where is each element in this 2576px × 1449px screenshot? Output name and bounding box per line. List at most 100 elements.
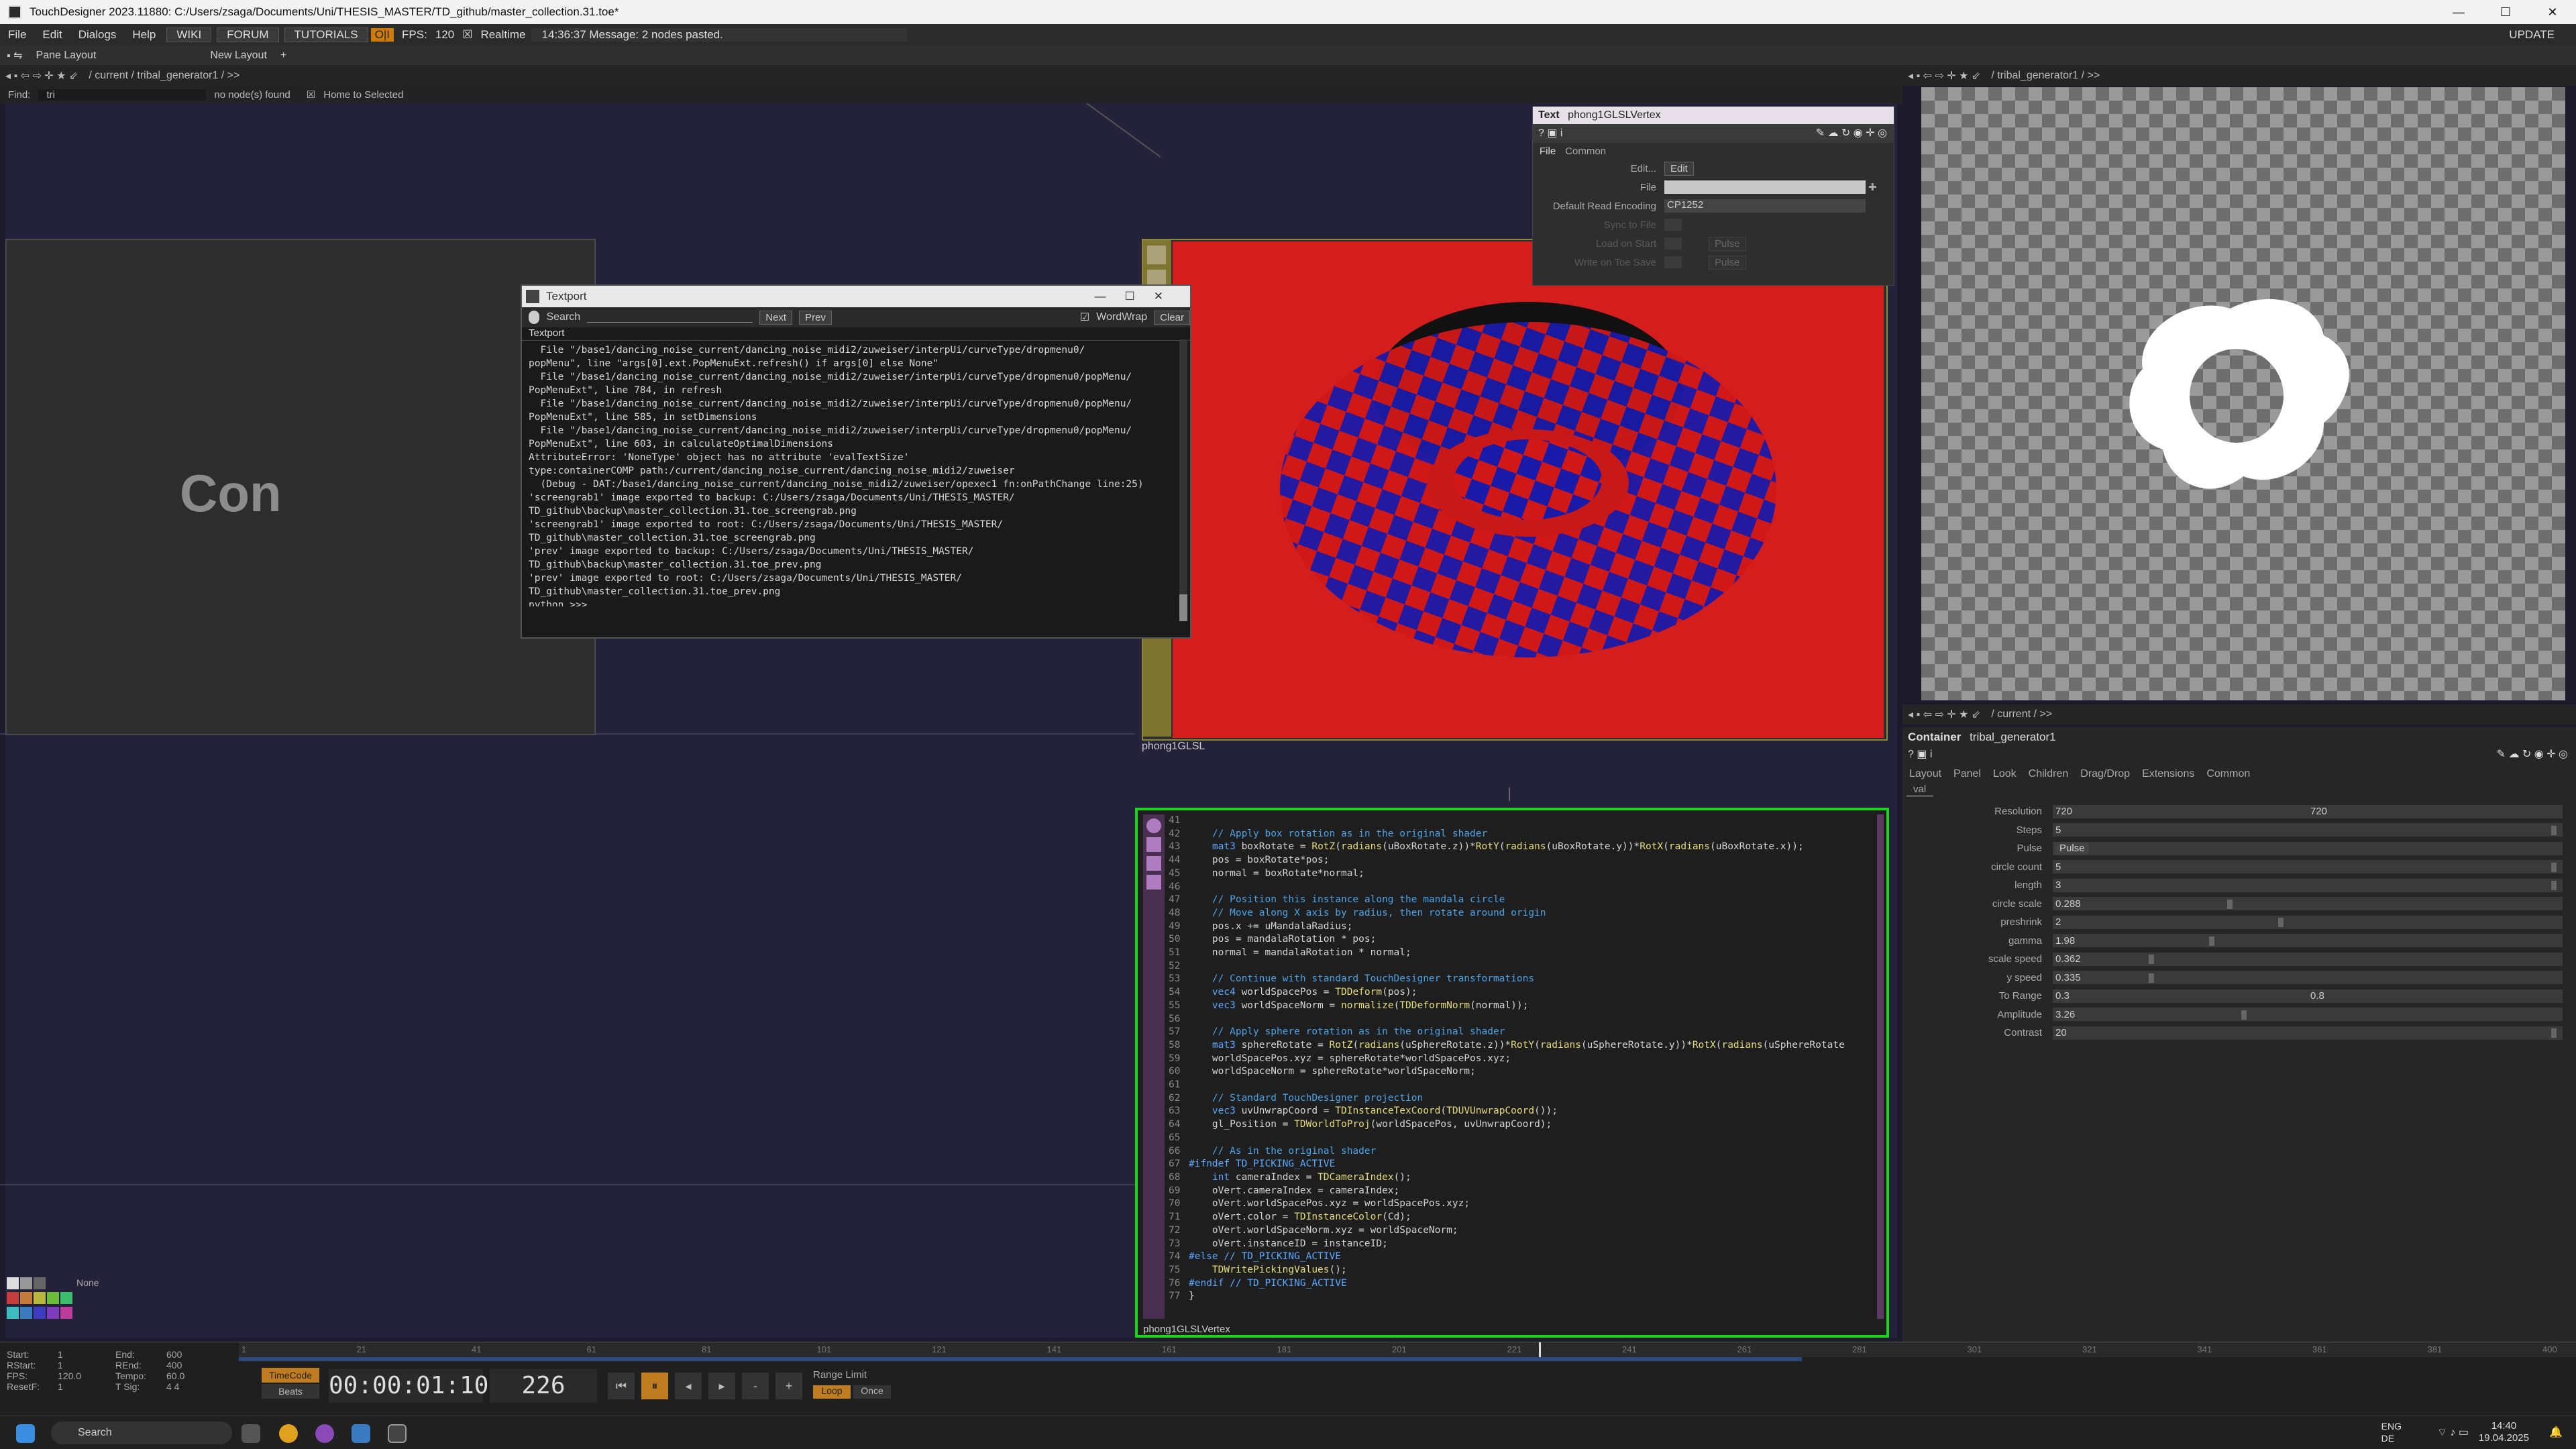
wordwrap-checkbox[interactable]: ☑ [1080, 311, 1089, 324]
tab-layout[interactable]: Layout [1909, 768, 1941, 780]
viewer-toggle-icon[interactable] [1146, 818, 1161, 833]
go-start-icon[interactable]: ⏮ [608, 1373, 635, 1399]
param-slider[interactable] [2053, 860, 2563, 874]
plus-icon[interactable]: + [775, 1373, 802, 1399]
text-node-name[interactable]: phong1GLSLVertex [1568, 109, 1660, 121]
tab-look[interactable]: Look [1993, 768, 2017, 780]
viewer-toggle-icon[interactable] [1147, 246, 1166, 264]
task-view-icon[interactable] [241, 1424, 260, 1443]
param-value[interactable]: 3.26 [2055, 1009, 2075, 1020]
help-info-icons[interactable]: ? ▣ i ✎ ☁ ↻ ◉ ✛ ◎ [1533, 124, 1894, 143]
sync-toggle[interactable] [1664, 219, 1682, 231]
load-toggle[interactable] [1664, 237, 1682, 250]
slider-knob[interactable] [2551, 1028, 2557, 1038]
load-pulse-button[interactable]: Pulse [1709, 236, 1746, 251]
step-forward-icon[interactable]: ▸ [708, 1373, 735, 1399]
param-slider[interactable] [2053, 897, 2563, 911]
start-value[interactable]: 1 [58, 1349, 115, 1360]
menu-file[interactable]: File [0, 28, 34, 42]
editor-scrollbar[interactable] [1877, 814, 1884, 1319]
param-value[interactable]: 1.98 [2055, 935, 2075, 947]
param-value-2[interactable]: 0.8 [2310, 990, 2324, 1002]
windows-start-icon[interactable] [16, 1424, 35, 1443]
explorer-icon[interactable] [352, 1424, 370, 1443]
color-palette[interactable]: None [7, 1277, 107, 1335]
fps-value-tl[interactable]: 120.0 [58, 1371, 115, 1381]
textport-log[interactable]: File "/base1/dancing_noise_current/danci… [522, 341, 1190, 606]
right-path-bottom[interactable]: / current / >> [1986, 708, 2057, 720]
search-input[interactable] [587, 312, 753, 323]
playhead[interactable] [1539, 1342, 1542, 1357]
param-slider[interactable] [2053, 823, 2563, 837]
add-file-icon[interactable]: ✚ [1868, 181, 1877, 193]
tab-val[interactable]: val [1907, 784, 1933, 797]
clear-button[interactable]: Clear [1154, 310, 1190, 325]
language-indicator[interactable]: ENG DE [2381, 1420, 2402, 1444]
find-input[interactable]: tri [38, 89, 207, 101]
param-value[interactable]: 2 [2055, 916, 2061, 928]
param-value[interactable]: 0.288 [2055, 898, 2081, 910]
param-slider[interactable] [2053, 952, 2563, 966]
perform-mode-icon[interactable]: O|I [370, 28, 394, 42]
container-node[interactable] [5, 239, 596, 735]
tab-common[interactable]: Common [1565, 146, 1606, 157]
param-value[interactable]: 5 [2055, 861, 2061, 873]
forum-button[interactable]: FORUM [217, 28, 279, 42]
taskbar-clock[interactable]: 14:40 19.04.2025 [2479, 1420, 2529, 1444]
param-slider[interactable] [2053, 1008, 2563, 1022]
param-slider[interactable] [2053, 878, 2563, 892]
tab-children[interactable]: Children [2029, 768, 2069, 780]
container-help-icons[interactable]: ? ▣ i ✎ ☁ ↻ ◉ ✛ ◎ [1902, 747, 2576, 765]
param-slider[interactable] [2053, 804, 2563, 818]
slider-knob[interactable] [2551, 862, 2557, 872]
touchdesigner-taskbar-icon[interactable] [388, 1424, 407, 1443]
param-value[interactable]: 3 [2055, 879, 2061, 891]
param-value-2[interactable]: 720 [2310, 806, 2327, 817]
new-layout-button[interactable]: New Layout [203, 50, 274, 62]
menu-edit[interactable]: Edit [34, 28, 70, 42]
beats-button[interactable]: Beats [262, 1384, 319, 1399]
pause-icon[interactable]: ⏸ [641, 1373, 668, 1399]
tsig-value[interactable]: 4 4 [166, 1381, 179, 1392]
wiki-button[interactable]: WIKI [166, 28, 212, 42]
rend-value[interactable]: 400 [166, 1360, 182, 1371]
timeline-range-bar[interactable] [239, 1357, 1802, 1361]
param-value[interactable]: 0.3 [2055, 990, 2070, 1002]
once-button[interactable]: Once [853, 1385, 891, 1399]
network-volume-icons[interactable]: ⌔ ♪ ▭ [2437, 1426, 2469, 1439]
param-slider[interactable] [2053, 915, 2563, 929]
slider-knob[interactable] [2551, 881, 2557, 890]
next-button[interactable]: Next [759, 310, 793, 325]
timeline-ruler[interactable]: 1 21 41 61 81 101 121 141 161 181 201 221 241 261 281 3… [239, 1342, 2576, 1357]
param-value[interactable]: Pulse [2055, 843, 2089, 855]
right-nav-icons[interactable]: ◂ ▪ ⇦ ⇨ ✛ ★ ⇙ [1902, 69, 1986, 83]
network-path[interactable]: / current / tribal_generator1 / >> [83, 70, 245, 82]
encoding-select[interactable]: CP1252 [1664, 199, 1866, 213]
textport-titlebar[interactable]: Textport —☐✕ [522, 286, 1190, 307]
tab-panel[interactable]: Panel [1953, 768, 1981, 780]
pane-layout-button[interactable]: Pane Layout [30, 50, 103, 62]
maximize-icon[interactable]: ☐ [2482, 0, 2529, 24]
param-value[interactable]: 0.335 [2055, 972, 2081, 983]
menu-dialogs[interactable]: Dialogs [70, 28, 125, 42]
realtime-checkbox[interactable]: ☒ [454, 28, 480, 42]
taskbar-search[interactable]: Search [51, 1421, 232, 1444]
tutorials-button[interactable]: TUTORIALS [284, 28, 368, 42]
slider-knob[interactable] [2551, 825, 2557, 835]
resetf-value[interactable]: 1 [58, 1381, 115, 1392]
menu-help[interactable]: Help [124, 28, 164, 42]
timecode-display[interactable]: 00:00:01:105 [329, 1369, 503, 1403]
slider-knob[interactable] [2278, 918, 2284, 927]
prev-button[interactable]: Prev [799, 310, 832, 325]
add-layout-icon[interactable]: + [274, 50, 293, 62]
timecode-button[interactable]: TimeCode [262, 1368, 319, 1383]
rstart-value[interactable]: 1 [58, 1360, 115, 1371]
param-slider[interactable] [2053, 971, 2563, 985]
minimize-icon[interactable]: — [2435, 0, 2482, 24]
arrow-icon[interactable] [1146, 856, 1161, 871]
step-back-icon[interactable]: ◂ [675, 1373, 702, 1399]
update-button[interactable]: UPDATE [2501, 24, 2563, 46]
param-value[interactable]: 720 [2055, 806, 2072, 817]
lock-icon[interactable] [1146, 875, 1161, 890]
tempo-value[interactable]: 60.0 [166, 1371, 184, 1381]
